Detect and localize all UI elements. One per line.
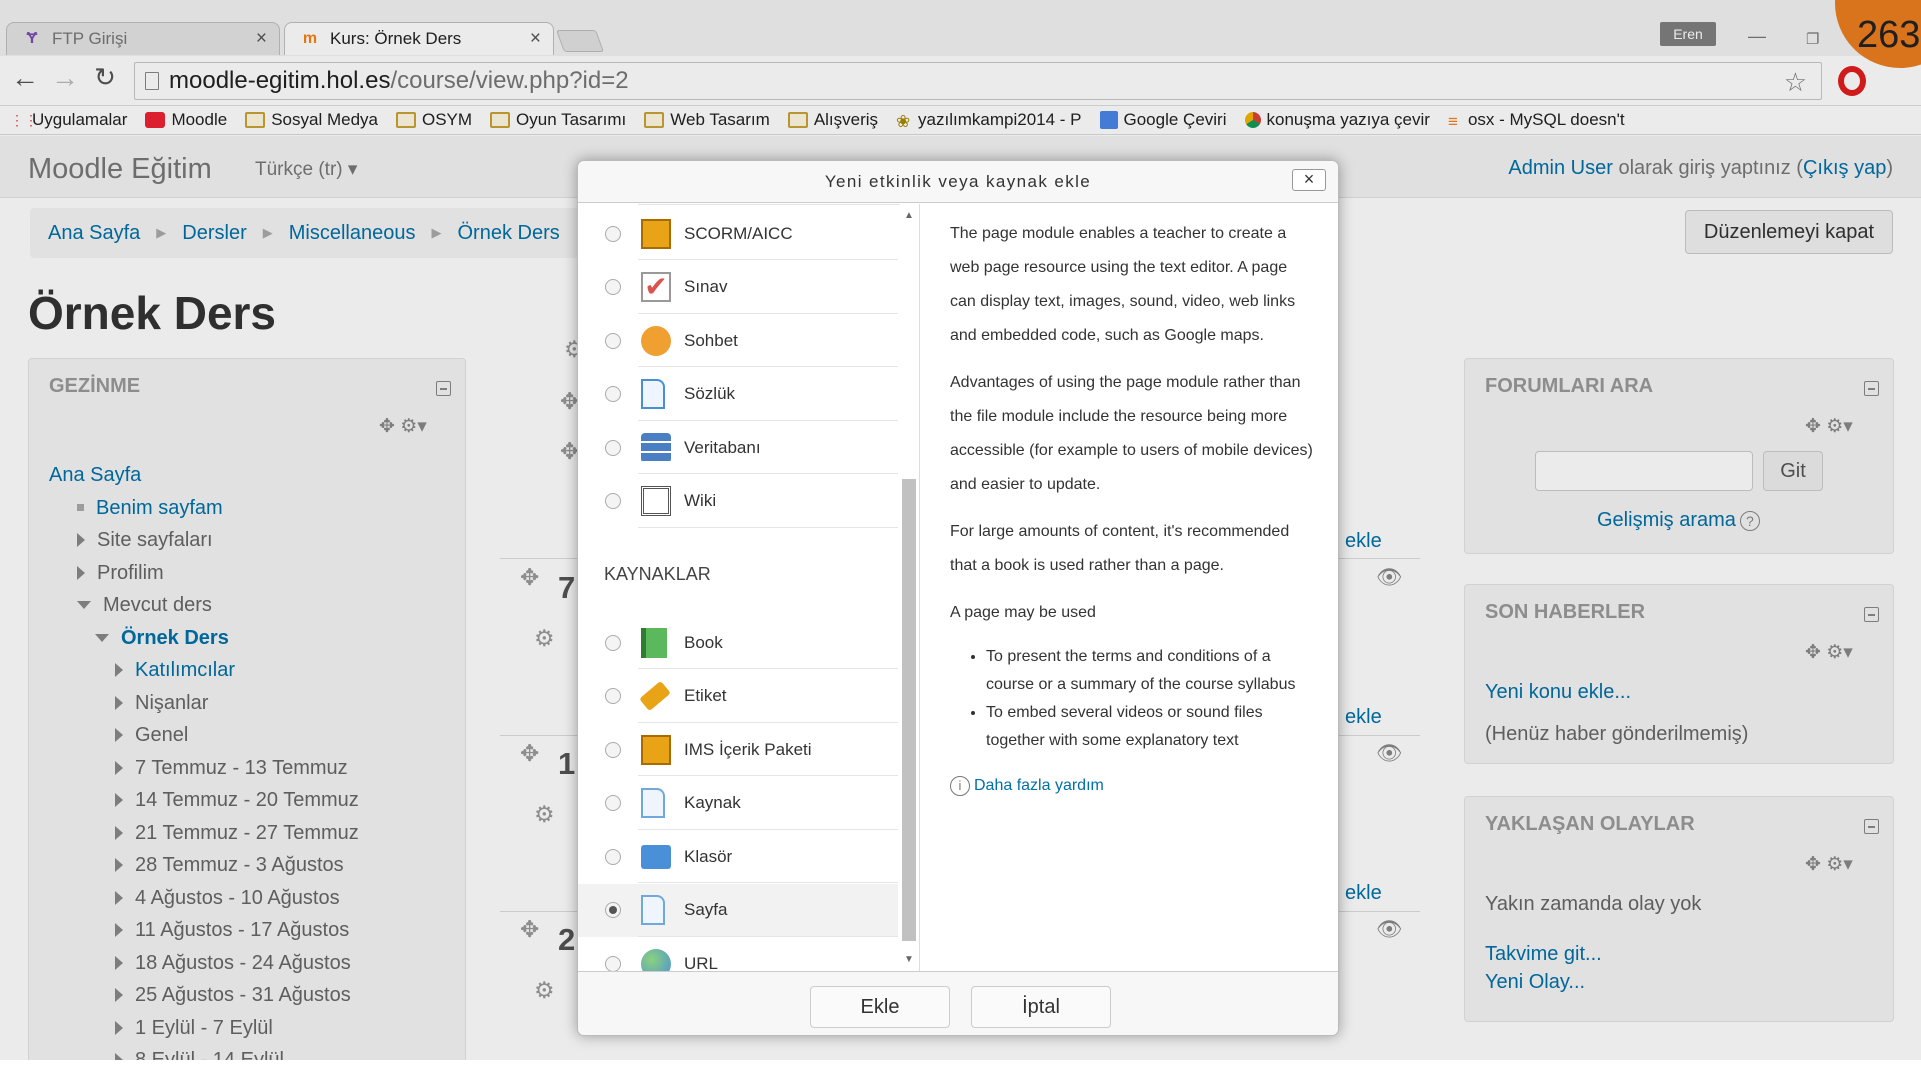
- scroll-up-icon[interactable]: ▲: [904, 210, 914, 221]
- module-label: Book: [684, 632, 723, 652]
- module-option[interactable]: URL: [578, 937, 898, 971]
- module-help: The page module enables a teacher to cre…: [950, 217, 1316, 803]
- module-radio[interactable]: [605, 332, 621, 349]
- module-label: Sınav: [684, 277, 728, 296]
- module-radio[interactable]: [605, 741, 621, 758]
- module-label: Wiki: [684, 491, 717, 510]
- module-option[interactable]: Etiket: [578, 670, 898, 723]
- ims-package-icon: [641, 734, 671, 765]
- module-radio[interactable]: [605, 225, 621, 242]
- help-paragraph: Advantages of using the page module rath…: [950, 374, 1313, 493]
- help-list: To present the terms and conditions of a…: [986, 643, 1316, 755]
- option-divider: [638, 526, 898, 528]
- module-option[interactable]: Sözlük: [578, 368, 898, 421]
- module-option[interactable]: Sohbet: [578, 314, 898, 367]
- quiz-checkmark-icon: ✔: [641, 272, 671, 302]
- module-option[interactable]: SCORM/AICC: [578, 207, 898, 260]
- module-label: Sayfa: [684, 900, 728, 919]
- screen: Ɏ FTP Girişi × m Kurs: Örnek Ders × Eren…: [0, 0, 1921, 1080]
- module-label: SCORM/AICC: [684, 223, 793, 243]
- folder-icon: [641, 844, 671, 869]
- scroll-down-icon[interactable]: ▼: [904, 954, 914, 965]
- module-label: IMS İçerik Paketi: [684, 739, 812, 759]
- close-icon[interactable]: ×: [1292, 169, 1326, 191]
- help-list-item: To embed several videos or sound files t…: [986, 699, 1316, 755]
- module-option[interactable]: Wiki: [578, 475, 898, 528]
- module-radio[interactable]: [605, 848, 621, 865]
- url-globe-icon: [641, 948, 671, 971]
- module-option[interactable]: IMS İçerik Paketi: [578, 723, 898, 776]
- help-paragraph: The page module enables a teacher to cre…: [950, 225, 1296, 344]
- chat-bubble-icon: [641, 325, 671, 356]
- add-activity-dialog: Yeni etkinlik veya kaynak ekle × SCORM/A…: [577, 160, 1339, 1036]
- file-icon: [641, 788, 665, 818]
- module-radio[interactable]: [605, 439, 621, 456]
- module-radio[interactable]: [605, 493, 621, 509]
- scrollbar-thumb[interactable]: [902, 479, 916, 941]
- module-option[interactable]: ✔ Sınav: [578, 261, 898, 314]
- help-list-item: To present the terms and conditions of a…: [986, 643, 1316, 699]
- more-help-label: Daha fazla yardım: [974, 777, 1104, 794]
- dialog-footer: Ekle İptal: [578, 971, 1338, 1035]
- module-label: Kaynak: [684, 793, 741, 812]
- bottom-strip: [0, 1060, 1921, 1080]
- module-option[interactable]: Veritabanı: [578, 421, 898, 474]
- module-label: URL: [684, 953, 719, 972]
- resources-group-header: KAYNAKLAR: [604, 564, 711, 584]
- module-label: Veritabanı: [684, 437, 761, 457]
- module-option[interactable]: Klasör: [578, 830, 898, 883]
- module-chooser-list: SCORM/AICC ✔ Sınav Sohbet Sözlük Veritabanı Wi…: [578, 204, 920, 971]
- cancel-button[interactable]: İptal: [971, 986, 1111, 1028]
- module-radio[interactable]: [605, 902, 621, 918]
- module-radio[interactable]: [605, 634, 621, 651]
- module-option[interactable]: Sayfa: [578, 883, 898, 937]
- module-option[interactable]: Kaynak: [578, 777, 898, 830]
- module-radio[interactable]: [605, 795, 621, 811]
- book-icon: [641, 627, 667, 658]
- more-help-link[interactable]: i Daha fazla yardım: [950, 769, 1316, 803]
- scorm-package-icon: [641, 218, 671, 249]
- module-option[interactable]: Book: [578, 616, 898, 669]
- module-radio[interactable]: [605, 279, 621, 295]
- scrollbar[interactable]: ▲ ▼: [900, 204, 918, 971]
- help-paragraph: For large amounts of content, it's recom…: [950, 523, 1290, 574]
- module-label: Etiket: [684, 686, 727, 705]
- add-button[interactable]: Ekle: [810, 986, 950, 1028]
- module-radio[interactable]: [605, 688, 621, 704]
- module-label: Sohbet: [684, 330, 738, 350]
- module-radio[interactable]: [605, 386, 621, 402]
- help-paragraph: A page may be used: [950, 604, 1096, 621]
- page-icon: [641, 895, 665, 925]
- label-tag-icon: [639, 680, 671, 712]
- dialog-title: Yeni etkinlik veya kaynak ekle: [578, 161, 1338, 203]
- module-label: Sözlük: [684, 384, 736, 403]
- option-divider: [638, 204, 900, 205]
- module-radio[interactable]: [605, 955, 621, 971]
- info-icon: i: [950, 776, 970, 796]
- wiki-icon: [641, 486, 671, 516]
- glossary-icon: [641, 379, 665, 409]
- module-label: Klasör: [684, 846, 733, 866]
- database-icon: [641, 432, 671, 463]
